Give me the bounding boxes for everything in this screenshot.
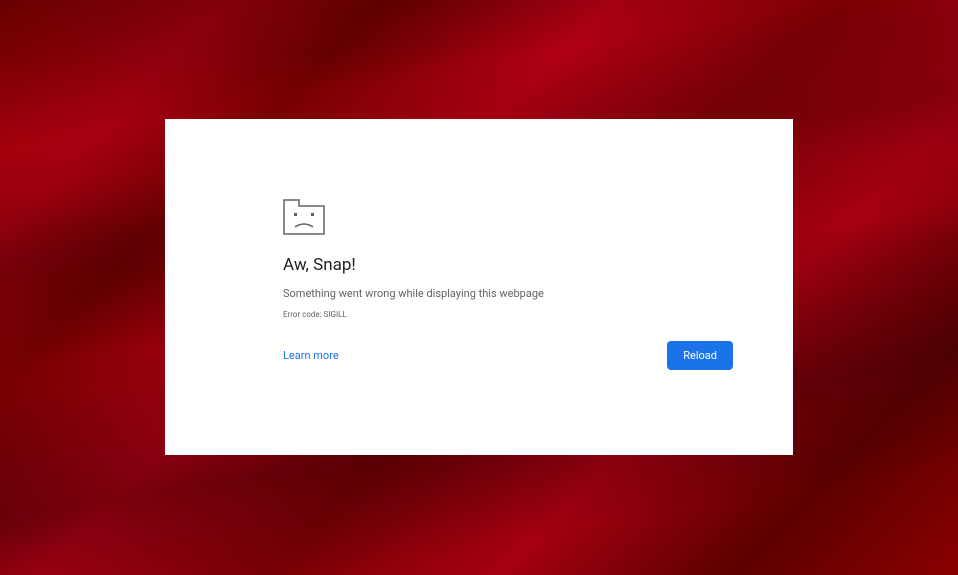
error-panel: Aw, Snap! Something went wrong while dis…	[165, 119, 793, 455]
error-content: Aw, Snap! Something went wrong while dis…	[283, 199, 733, 370]
error-code: Error code: SIGILL	[283, 310, 733, 319]
actions-row: Learn more Reload	[283, 341, 733, 370]
learn-more-link[interactable]: Learn more	[283, 349, 339, 362]
error-subtitle: Something went wrong while displaying th…	[283, 287, 733, 300]
sad-folder-icon	[283, 199, 325, 235]
error-title: Aw, Snap!	[283, 255, 733, 275]
reload-button[interactable]: Reload	[667, 341, 733, 370]
